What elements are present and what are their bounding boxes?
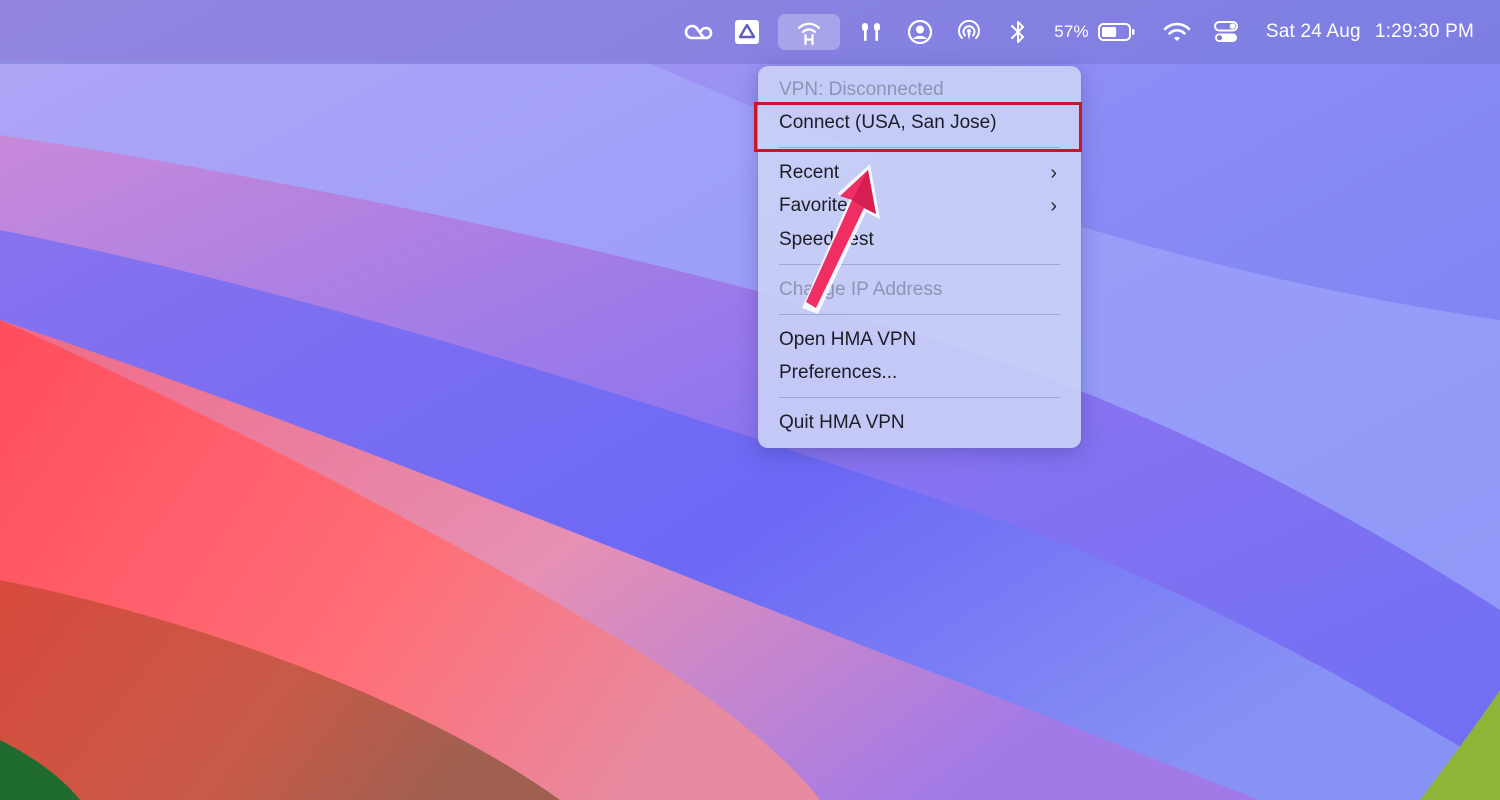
quit-menu-item[interactable]: Quit HMA VPN xyxy=(779,407,1063,439)
airpods-icon[interactable] xyxy=(853,14,889,50)
vpn-status-label: VPN: Disconnected xyxy=(779,79,944,100)
open-app-label: Open HMA VPN xyxy=(779,329,917,350)
battery-percentage: 57% xyxy=(1054,22,1089,41)
quit-label: Quit HMA VPN xyxy=(779,412,905,433)
chevron-right-icon: › xyxy=(1050,194,1057,217)
menubar-date[interactable]: Sat 24 Aug xyxy=(1266,14,1361,50)
preferences-label: Preferences... xyxy=(779,362,898,383)
hma-vpn-icon[interactable] xyxy=(778,14,841,50)
creative-cloud-icon[interactable] xyxy=(680,14,716,50)
user-icon[interactable] xyxy=(902,14,938,50)
chevron-right-icon: › xyxy=(1050,161,1057,184)
battery-icon[interactable] xyxy=(1097,14,1137,50)
wifi-icon[interactable] xyxy=(1159,14,1195,50)
pointer-arrow-icon xyxy=(780,150,890,320)
open-app-menu-item[interactable]: Open HMA VPN xyxy=(779,324,1063,356)
control-center-icon[interactable] xyxy=(1208,14,1244,50)
desktop-wallpaper xyxy=(0,0,1500,800)
preferences-menu-item[interactable]: Preferences... xyxy=(779,357,1063,389)
menubar-time[interactable]: 1:29:30 PM xyxy=(1375,14,1474,50)
menu-bar: 57% Sat 24 Aug 1:29:30 PM xyxy=(0,0,1500,64)
highlight-box xyxy=(754,102,1082,152)
menu-separator xyxy=(779,397,1060,398)
airdrop-icon[interactable] xyxy=(951,14,987,50)
bluetooth-icon[interactable] xyxy=(1000,14,1036,50)
drive-icon[interactable] xyxy=(729,14,765,50)
